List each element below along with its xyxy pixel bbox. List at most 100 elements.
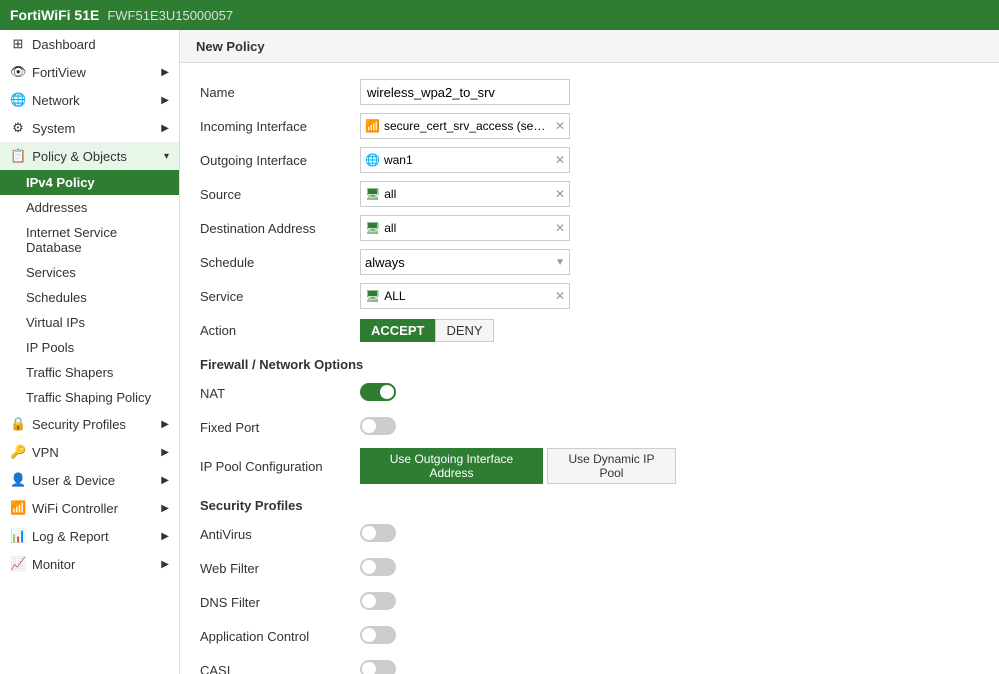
incoming-interface-label: Incoming Interface bbox=[200, 119, 360, 134]
chevron-icon: ▶ bbox=[161, 475, 169, 486]
sidebar-item-network[interactable]: 🌐 Network ▶ bbox=[0, 86, 179, 114]
sidebar-item-monitor[interactable]: 📈 Monitor ▶ bbox=[0, 550, 179, 578]
dashboard-icon: ⊞ bbox=[10, 36, 26, 52]
service-tag-icon: 🖥 bbox=[365, 289, 380, 303]
destination-label: Destination Address bbox=[200, 221, 360, 236]
ip-pool-control: Use Outgoing Interface Address Use Dynam… bbox=[360, 448, 680, 484]
sidebar-item-fortiview[interactable]: 👁 FortiView ▶ bbox=[0, 58, 179, 86]
dns-filter-control bbox=[360, 592, 680, 613]
destination-row: Destination Address 🖥 all ✕ bbox=[200, 215, 979, 241]
sidebar-item-user-device[interactable]: 👤 User & Device ▶ bbox=[0, 466, 179, 494]
fixed-port-label: Fixed Port bbox=[200, 420, 360, 435]
content-header: New Policy bbox=[180, 30, 999, 63]
source-clear[interactable]: ✕ bbox=[555, 187, 565, 201]
app-control-row: Application Control bbox=[200, 623, 979, 649]
web-filter-label: Web Filter bbox=[200, 561, 360, 576]
source-label: Source bbox=[200, 187, 360, 202]
network-icon: 🌐 bbox=[10, 92, 26, 108]
outgoing-interface-row: Outgoing Interface 🌐 wan1 ✕ bbox=[200, 147, 979, 173]
firewall-section-header: Firewall / Network Options bbox=[200, 357, 979, 372]
sidebar-sub-label: Traffic Shaping Policy bbox=[26, 390, 151, 405]
casi-control bbox=[360, 660, 680, 674]
destination-value: all bbox=[384, 221, 551, 235]
sidebar-sub-label: Traffic Shapers bbox=[26, 365, 113, 380]
sidebar: ⊞ Dashboard 👁 FortiView ▶ 🌐 Network ▶ ⚙ … bbox=[0, 30, 180, 674]
sidebar-item-label: FortiView bbox=[32, 65, 86, 80]
sidebar-item-security-profiles[interactable]: 🔒 Security Profiles ▶ bbox=[0, 410, 179, 438]
app-control-control bbox=[360, 626, 680, 647]
sidebar-item-policy-objects[interactable]: 📋 Policy & Objects ▾ bbox=[0, 142, 179, 170]
service-control: 🖥 ALL ✕ bbox=[360, 283, 680, 309]
sidebar-item-system[interactable]: ⚙ System ▶ bbox=[0, 114, 179, 142]
antivirus-row: AntiVirus bbox=[200, 521, 979, 547]
sidebar-item-schedules[interactable]: Schedules bbox=[0, 285, 179, 310]
name-input[interactable] bbox=[360, 79, 570, 105]
chevron-icon: ▶ bbox=[161, 531, 169, 542]
sidebar-item-traffic-shaping-policy[interactable]: Traffic Shaping Policy bbox=[0, 385, 179, 410]
sidebar-item-virtual-ips[interactable]: Virtual IPs bbox=[0, 310, 179, 335]
schedule-select[interactable]: always ▼ bbox=[360, 249, 570, 275]
fixed-port-toggle[interactable] bbox=[360, 417, 396, 435]
destination-field[interactable]: 🖥 all ✕ bbox=[360, 215, 570, 241]
sidebar-item-internet-service-db[interactable]: Internet Service Database bbox=[0, 220, 179, 260]
web-filter-row: Web Filter bbox=[200, 555, 979, 581]
content-area: New Policy Name Incoming Interface 📶 sec… bbox=[180, 30, 999, 674]
sidebar-item-addresses[interactable]: Addresses bbox=[0, 195, 179, 220]
sidebar-item-wifi-controller[interactable]: 📶 WiFi Controller ▶ bbox=[0, 494, 179, 522]
incoming-interface-field[interactable]: 📶 secure_cert_srv_access (secure_c ✕ bbox=[360, 113, 570, 139]
sidebar-item-log-report[interactable]: 📊 Log & Report ▶ bbox=[0, 522, 179, 550]
source-row: Source 🖥 all ✕ bbox=[200, 181, 979, 207]
app-control-toggle[interactable] bbox=[360, 626, 396, 644]
name-control bbox=[360, 79, 680, 105]
accept-button[interactable]: ACCEPT bbox=[360, 319, 435, 342]
content-body: Name Incoming Interface 📶 secure_cert_sr… bbox=[180, 63, 999, 674]
sidebar-item-label: Security Profiles bbox=[32, 417, 126, 432]
outgoing-interface-label: Outgoing Interface bbox=[200, 153, 360, 168]
nat-label: NAT bbox=[200, 386, 360, 401]
sidebar-item-label: Network bbox=[32, 93, 80, 108]
sidebar-sub-label: IP Pools bbox=[26, 340, 74, 355]
log-icon: 📊 bbox=[10, 528, 26, 544]
casi-toggle[interactable] bbox=[360, 660, 396, 674]
antivirus-toggle[interactable] bbox=[360, 524, 396, 542]
chevron-icon: ▶ bbox=[161, 447, 169, 458]
destination-clear[interactable]: ✕ bbox=[555, 221, 565, 235]
outgoing-interface-clear[interactable]: ✕ bbox=[555, 153, 565, 167]
service-field[interactable]: 🖥 ALL ✕ bbox=[360, 283, 570, 309]
deny-button[interactable]: DENY bbox=[435, 319, 493, 342]
source-field[interactable]: 🖥 all ✕ bbox=[360, 181, 570, 207]
ip-pool-dynamic-btn[interactable]: Use Dynamic IP Pool bbox=[547, 448, 676, 484]
incoming-interface-control: 📶 secure_cert_srv_access (secure_c ✕ bbox=[360, 113, 680, 139]
page-title: New Policy bbox=[196, 39, 265, 54]
action-row: Action ACCEPT DENY bbox=[200, 317, 979, 343]
source-tag-icon: 🖥 bbox=[365, 187, 380, 201]
nat-control bbox=[360, 383, 680, 404]
topbar-device: FWF51E3U15000057 bbox=[107, 8, 233, 23]
lock-icon: 🔒 bbox=[10, 416, 26, 432]
incoming-interface-row: Incoming Interface 📶 secure_cert_srv_acc… bbox=[200, 113, 979, 139]
chevron-icon: ▶ bbox=[161, 419, 169, 430]
action-control: ACCEPT DENY bbox=[360, 319, 680, 342]
dns-filter-row: DNS Filter bbox=[200, 589, 979, 615]
service-clear[interactable]: ✕ bbox=[555, 289, 565, 303]
sidebar-item-label: Policy & Objects bbox=[32, 149, 127, 164]
sidebar-item-ip-pools[interactable]: IP Pools bbox=[0, 335, 179, 360]
sidebar-item-traffic-shapers[interactable]: Traffic Shapers bbox=[0, 360, 179, 385]
nat-toggle[interactable] bbox=[360, 383, 396, 401]
sidebar-item-services[interactable]: Services bbox=[0, 260, 179, 285]
chevron-icon: ▶ bbox=[161, 559, 169, 570]
globe-tag-icon: 🌐 bbox=[365, 153, 380, 167]
sidebar-item-vpn[interactable]: 🔑 VPN ▶ bbox=[0, 438, 179, 466]
fixed-port-control bbox=[360, 417, 680, 438]
sidebar-sub-label: Virtual IPs bbox=[26, 315, 85, 330]
dns-filter-toggle[interactable] bbox=[360, 592, 396, 610]
incoming-interface-clear[interactable]: ✕ bbox=[555, 119, 565, 133]
sidebar-item-ipv4-policy[interactable]: IPv4 Policy bbox=[0, 170, 179, 195]
ip-pool-outgoing-btn[interactable]: Use Outgoing Interface Address bbox=[360, 448, 543, 484]
nat-row: NAT bbox=[200, 380, 979, 406]
outgoing-interface-value: wan1 bbox=[384, 153, 551, 167]
sidebar-item-dashboard[interactable]: ⊞ Dashboard bbox=[0, 30, 179, 58]
web-filter-toggle[interactable] bbox=[360, 558, 396, 576]
casi-row: CASI bbox=[200, 657, 979, 674]
outgoing-interface-field[interactable]: 🌐 wan1 ✕ bbox=[360, 147, 570, 173]
